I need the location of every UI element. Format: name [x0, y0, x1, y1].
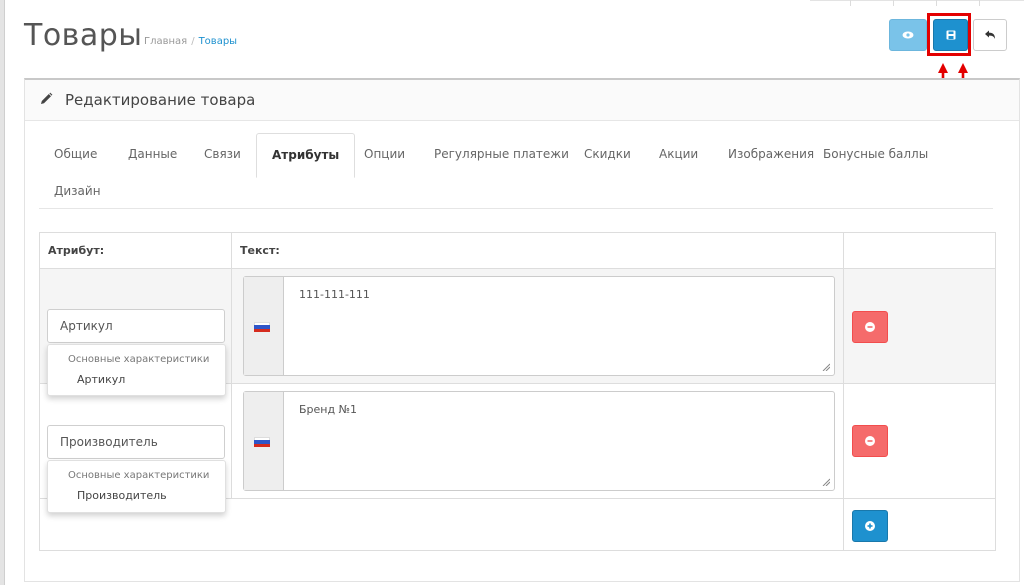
- breadcrumb-separator: /: [191, 36, 195, 47]
- russian-flag-icon: [254, 436, 270, 448]
- text-cell: Бренд №1: [231, 383, 844, 499]
- page-title: Товары: [24, 18, 143, 53]
- eye-icon: [902, 31, 914, 39]
- tab-reward-points[interactable]: Бонусные баллы: [823, 147, 928, 161]
- plus-circle-icon: [865, 520, 875, 531]
- tab-general[interactable]: Общие: [54, 147, 97, 161]
- top-divider-tick: [850, 0, 851, 6]
- preview-button[interactable]: [889, 19, 927, 51]
- reply-icon: [985, 30, 995, 39]
- tab-specials[interactable]: Акции: [659, 147, 698, 161]
- column-header-actions: [843, 232, 996, 269]
- autocomplete-group: Основные характеристики: [68, 353, 210, 365]
- attribute-cell: Артикул Основные характеристики Артикул: [39, 268, 232, 396]
- autocomplete-item[interactable]: Производитель: [77, 489, 167, 502]
- autocomplete-dropdown: Основные характеристики Производитель: [47, 459, 226, 513]
- remove-attribute-button[interactable]: [852, 310, 888, 343]
- breadcrumb-current[interactable]: Товары: [199, 36, 238, 47]
- resize-grip-icon[interactable]: [822, 363, 830, 371]
- attribute-cell: Производитель Основные характеристики Пр…: [39, 383, 232, 513]
- breadcrumb: Главная / Товары: [144, 36, 237, 47]
- pencil-icon: [41, 92, 53, 104]
- tab-options[interactable]: Опции: [364, 147, 405, 161]
- minus-circle-icon: [865, 435, 875, 446]
- tab-attributes[interactable]: Атрибуты: [256, 133, 356, 178]
- save-button-highlight: [927, 13, 971, 56]
- top-divider: [810, 0, 1024, 1]
- table-row: Производитель Основные характеристики Пр…: [39, 383, 996, 513]
- minus-circle-icon: [865, 321, 875, 332]
- top-divider-tick: [936, 0, 937, 6]
- russian-flag-icon: [254, 321, 270, 333]
- tab-design[interactable]: Дизайн: [54, 184, 101, 198]
- tab-discounts[interactable]: Скидки: [584, 147, 631, 161]
- left-sidebar-edge: [0, 0, 5, 585]
- panel-heading: Редактирование товара: [25, 80, 1019, 121]
- back-button[interactable]: [973, 19, 1007, 51]
- remove-attribute-button[interactable]: [852, 424, 888, 457]
- actions-cell: [843, 268, 996, 384]
- attribute-textarea[interactable]: Бренд №1: [299, 403, 357, 416]
- tab-data[interactable]: Данные: [128, 147, 177, 161]
- language-addon: [244, 391, 284, 490]
- tab-links[interactable]: Связи: [204, 147, 241, 161]
- text-input-group: 111-111-111: [243, 275, 835, 376]
- tab-bar: Общие Данные Связи Атрибуты Опции Регуля…: [39, 132, 993, 209]
- breadcrumb-home[interactable]: Главная: [144, 36, 187, 47]
- autocomplete-group: Основные характеристики: [68, 469, 210, 481]
- attribute-textarea[interactable]: 111-111-111: [299, 288, 370, 301]
- language-addon: [244, 276, 284, 375]
- column-header-text: Текст:: [231, 232, 844, 269]
- edit-product-panel: Редактирование товара Общие Данные Связи…: [24, 78, 1020, 582]
- actions-cell: [843, 383, 996, 499]
- tab-recurring[interactable]: Регулярные платежи: [434, 147, 569, 161]
- attributes-table: Атрибут: Текст: Артикул Основные характе…: [39, 232, 996, 551]
- resize-grip-icon[interactable]: [822, 478, 830, 486]
- add-cell: [843, 498, 996, 551]
- column-header-attribute: Атрибут:: [39, 232, 232, 269]
- text-input-group: Бренд №1: [243, 390, 835, 491]
- table-row: Артикул Основные характеристики Артикул …: [39, 268, 996, 396]
- panel-title: Редактирование товара: [65, 91, 256, 109]
- top-divider-tick: [893, 0, 894, 6]
- text-cell: 111-111-111: [231, 268, 844, 384]
- attribute-input[interactable]: Производитель: [47, 424, 225, 459]
- top-divider-tick: [979, 0, 980, 6]
- tab-images[interactable]: Изображения: [728, 147, 814, 161]
- add-attribute-button[interactable]: [852, 509, 888, 542]
- table-header-row: Атрибут: Текст:: [39, 232, 996, 269]
- attribute-input[interactable]: Артикул: [47, 308, 225, 343]
